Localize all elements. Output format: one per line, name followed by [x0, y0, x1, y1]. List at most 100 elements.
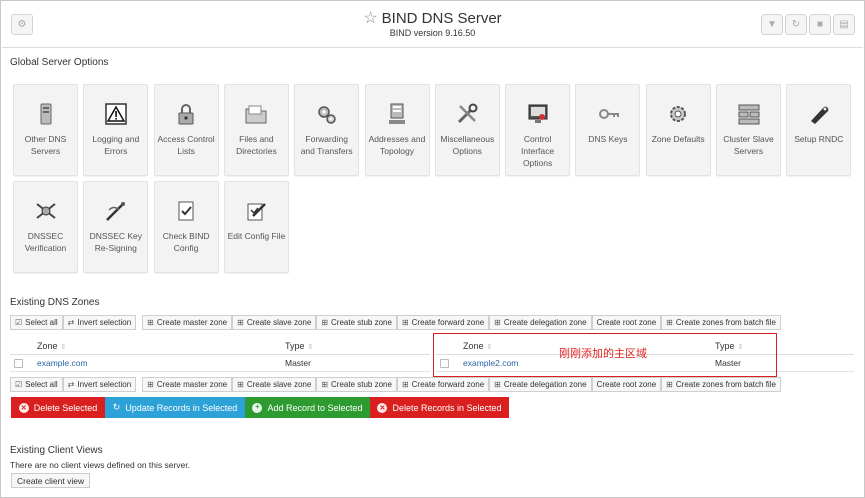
star-icon[interactable]: ☆ [363, 10, 377, 27]
plus-icon: ⊞ [401, 380, 409, 389]
create-delegation-zone-button[interactable]: ⊞ Create delegation zone [489, 377, 592, 392]
create-client-view-button[interactable]: Create client view [11, 473, 91, 488]
module-tile[interactable]: Files and Directories [223, 84, 289, 176]
module-tile[interactable]: Miscellaneous Options [434, 84, 500, 176]
delete-selected-button[interactable]: ✕ Delete Selected [11, 397, 105, 418]
dnssec-icon [35, 203, 56, 219]
module-label: DNSSEC Key Re-Signing [89, 231, 143, 253]
cluster-icon [738, 104, 759, 125]
module-tile[interactable]: Edit Config File [223, 181, 289, 273]
plus-icon: ⊞ [494, 380, 501, 389]
select-all-button[interactable]: ☑ Select all [10, 377, 63, 392]
module-label: Control Interface Options [521, 134, 555, 168]
module-label: Miscellaneous Options [440, 134, 495, 156]
type-column-header[interactable]: Type ⇕ [285, 341, 313, 351]
edit-icon [247, 203, 267, 221]
invert-selection-button[interactable]: ⇄ Invert selection [62, 377, 137, 392]
invert-icon: ⇄ [67, 318, 75, 327]
module-tile[interactable]: Control Interface Options [505, 84, 571, 176]
update-records-button[interactable]: ↻ Update Records in Selected [105, 397, 245, 418]
select-all-button[interactable]: ☑ Select all [10, 315, 63, 330]
config-icon: ▤ [839, 19, 849, 30]
module-tile[interactable]: DNSSEC Key Re-Signing [83, 181, 149, 273]
module-tile[interactable]: Check BIND Config [153, 181, 219, 273]
module-tile[interactable]: Access Control Lists [153, 84, 219, 176]
tools-icon [458, 103, 478, 124]
config-button[interactable]: ▤ [833, 14, 855, 35]
lock-icon [178, 104, 194, 125]
create-master-zone-button[interactable]: ⊞ Create master zone [142, 377, 233, 392]
plus-icon: ⊞ [401, 318, 409, 327]
monitor-icon [528, 104, 548, 123]
module-tile[interactable]: DNSSEC Verification [13, 181, 78, 273]
zone-link[interactable]: example.com [37, 358, 88, 368]
module-tile[interactable]: Logging and Errors [83, 84, 149, 176]
module-tile[interactable]: Addresses and Topology [364, 84, 430, 176]
plus-icon: ⊞ [321, 380, 329, 389]
plus-icon: ⊞ [666, 318, 673, 327]
zone-type: Master [285, 358, 311, 368]
close-icon: ✕ [377, 402, 388, 413]
warning-icon [105, 103, 127, 125]
zone-column-header[interactable]: Zone ⇕ [37, 341, 66, 351]
create-slave-zone-button[interactable]: ⊞ Create slave zone [232, 315, 317, 330]
header-divider [2, 47, 863, 48]
module-tile[interactable]: Forwarding and Transfers [294, 84, 360, 176]
zones-heading: Existing DNS Zones [10, 297, 100, 308]
module-tile[interactable]: Cluster Slave Servers [716, 84, 781, 176]
module-label: Logging and Errors [92, 134, 140, 156]
zone-toolbar-bottom: ☑ Select all ⇄ Invert selection ⊞ Create ma… [10, 377, 781, 392]
stop-button[interactable]: ■ [809, 14, 831, 35]
views-message: There are no client views defined on thi… [10, 460, 191, 470]
module-label: Forwarding and Transfers [300, 134, 353, 156]
global-options-heading: Global Server Options [10, 57, 109, 68]
create-stub-zone-button[interactable]: ⊞ Create stub zone [316, 315, 397, 330]
module-tile[interactable]: Other DNS Servers [13, 84, 78, 176]
plus-icon: ⊞ [147, 318, 154, 327]
plus-icon: ⊞ [147, 380, 154, 389]
create-slave-zone-button[interactable]: ⊞ Create slave zone [232, 377, 317, 392]
gear-icon [670, 106, 687, 122]
create-root-zone-button[interactable]: Create root zone [591, 315, 662, 330]
create-delegation-zone-button[interactable]: ⊞ Create delegation zone [489, 315, 592, 330]
page-title: ☆ BIND DNS Server [363, 10, 502, 27]
sort-icon: ⇕ [307, 344, 314, 351]
module-label: Zone Defaults [651, 134, 705, 144]
delete-records-button[interactable]: ✕ Delete Records in Selected [370, 397, 509, 418]
gears-icon [317, 106, 336, 124]
module-label: Cluster Slave Servers [723, 134, 774, 156]
close-icon: ✕ [18, 402, 29, 413]
check-icon [178, 201, 194, 221]
create-stub-zone-button[interactable]: ⊞ Create stub zone [316, 377, 397, 392]
create-root-zone-button[interactable]: Create root zone [591, 377, 662, 392]
create-forward-zone-button[interactable]: ⊞ Create forward zone [396, 315, 490, 330]
module-tile[interactable]: Zone Defaults [645, 84, 711, 176]
create-master-zone-button[interactable]: ⊞ Create master zone [142, 315, 233, 330]
module-tile[interactable]: DNS Keys [575, 84, 641, 176]
create-zones-batch-button[interactable]: ⊞ Create zones from batch file [661, 377, 781, 392]
table-row: example.com Master [10, 355, 430, 372]
module-tile[interactable]: Setup RNDC [786, 84, 852, 176]
create-forward-zone-button[interactable]: ⊞ Create forward zone [396, 377, 490, 392]
refresh-button[interactable]: ↻ [785, 14, 807, 35]
refresh-icon: ↻ [112, 402, 121, 412]
module-label: Files and Directories [236, 134, 277, 156]
add-record-button[interactable]: + Add Record to Selected [245, 397, 370, 418]
create-zones-batch-button[interactable]: ⊞ Create zones from batch file [661, 315, 781, 330]
computer-icon [389, 103, 405, 124]
module-label: DNSSEC Verification [24, 231, 67, 253]
module-label: Setup RNDC [794, 134, 844, 144]
refresh-icon: ↻ [791, 19, 801, 30]
module-label: Addresses and Topology [368, 134, 426, 156]
server-icon [40, 103, 51, 125]
plus-icon: + [252, 402, 263, 413]
invert-selection-button[interactable]: ⇄ Invert selection [62, 315, 137, 330]
zone-table-header-left: Zone ⇕ Type ⇕ [10, 338, 430, 355]
plus-icon: ⊞ [666, 380, 673, 389]
sort-icon: ⇕ [60, 344, 67, 351]
check-icon: ☑ [15, 318, 23, 327]
row-checkbox[interactable] [14, 359, 23, 368]
plus-icon: ⊞ [321, 318, 329, 327]
filter-button[interactable]: ▼ [761, 14, 783, 35]
check-icon: ☑ [15, 380, 23, 389]
